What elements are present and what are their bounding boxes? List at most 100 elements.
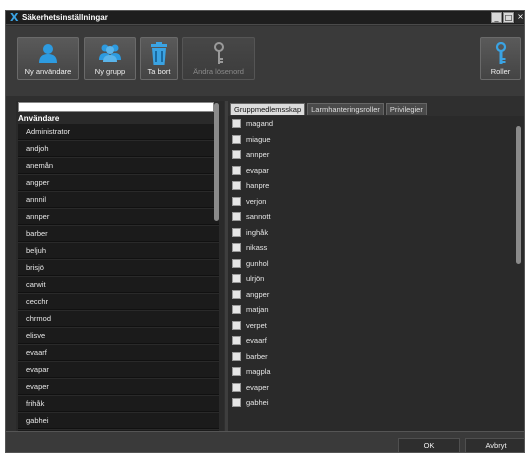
change-password-button[interactable]: Ändra lösenord [182, 37, 255, 80]
group-checkbox[interactable] [232, 165, 241, 175]
user-search-input[interactable] [18, 102, 214, 112]
group-checkbox[interactable] [232, 181, 241, 191]
user-list-item[interactable]: evaper [18, 379, 219, 395]
groups-scrollbar[interactable] [515, 116, 524, 431]
group-list: magand miague annper evapar hanpre verjon sann… [228, 116, 524, 411]
users-list: Administrator andjoh anemån angper annnil ann… [18, 124, 219, 431]
groups-scrollbar-thumb[interactable] [516, 126, 521, 264]
group-list-item[interactable]: verpet [228, 318, 524, 334]
group-list-item[interactable]: evapar [228, 163, 524, 179]
cancel-button[interactable]: Avbryt [465, 438, 524, 452]
users-scrollbar[interactable] [213, 103, 221, 431]
close-button[interactable]: × [515, 12, 524, 23]
tab-item[interactable]: Gruppmedlemsskap [230, 103, 306, 115]
user-list-item[interactable]: evaarf [18, 345, 219, 361]
roles-label: Roller [490, 67, 511, 76]
group-list-item[interactable]: matjan [228, 302, 524, 318]
user-list-item[interactable]: frihåk [18, 396, 219, 412]
group-list-item[interactable]: miague [228, 132, 524, 148]
group-label: evaarf [246, 336, 267, 346]
group-checkbox[interactable] [232, 227, 241, 237]
user-list-item[interactable]: brisjö [18, 260, 219, 276]
group-label: gunhol [246, 258, 269, 268]
group-label: magand [246, 119, 274, 129]
user-list-item[interactable]: evapar [18, 362, 219, 378]
group-checkbox[interactable] [232, 212, 241, 222]
group-label: evaper [246, 382, 269, 392]
group-checkbox[interactable] [232, 320, 241, 330]
user-list-item[interactable]: chrmod [18, 311, 219, 327]
new-user-button[interactable]: Ny användare [17, 37, 79, 80]
group-label: miague [246, 134, 271, 144]
group-list-item[interactable]: gabhei [228, 395, 524, 411]
group-label: verjon [246, 196, 267, 206]
group-label: verpet [246, 320, 267, 330]
group-checkbox[interactable] [232, 119, 241, 129]
group-checkbox[interactable] [232, 351, 241, 361]
group-label: evapar [246, 165, 269, 175]
group-label: magpla [246, 367, 271, 377]
group-list-item[interactable]: nikass [228, 240, 524, 256]
user-list-item[interactable]: Administrator [18, 124, 219, 140]
group-list-item[interactable]: ulrjön [228, 271, 524, 287]
app-logo-icon: X [10, 11, 19, 24]
user-list-item[interactable]: barber [18, 226, 219, 242]
user-icon [39, 44, 57, 63]
group-list-item[interactable]: evaarf [228, 333, 524, 349]
group-list-item[interactable]: annper [228, 147, 524, 163]
group-label: inghåk [246, 227, 269, 237]
group-checkbox[interactable] [232, 398, 241, 408]
group-icon [99, 44, 121, 62]
tab-item[interactable]: Larmhanteringsroller [307, 103, 384, 115]
details-tabs: Gruppmedlemsskap Larmhanteringsroller Priv… [230, 103, 429, 115]
group-list-item[interactable]: magand [228, 116, 524, 132]
change-password-label: Ändra lösenord [193, 67, 244, 76]
delete-button[interactable]: Ta bort [140, 37, 178, 80]
group-list-item[interactable]: hanpre [228, 178, 524, 194]
group-checkbox[interactable] [232, 274, 241, 284]
title-bar: X Säkerhetsinställningar _ □ × [6, 11, 524, 25]
maximize-button[interactable]: □ [503, 12, 514, 23]
window-controls: _ □ × [490, 12, 524, 23]
group-label: gabhei [246, 398, 269, 408]
ok-button[interactable]: OK [398, 438, 460, 452]
group-list-item[interactable]: evaper [228, 380, 524, 396]
user-list-item[interactable]: elisve [18, 328, 219, 344]
group-checkbox[interactable] [232, 305, 241, 315]
group-list-item[interactable]: verjon [228, 194, 524, 210]
roles-button[interactable]: Roller [480, 37, 521, 80]
group-checkbox[interactable] [232, 289, 241, 299]
user-list-item[interactable]: angper [18, 175, 219, 191]
tab-item[interactable]: Privilegier [385, 103, 427, 115]
details-panel: Gruppmedlemsskap Larmhanteringsroller Priv… [228, 101, 524, 431]
group-list-item[interactable]: barber [228, 349, 524, 365]
user-list-item[interactable]: annnil [18, 192, 219, 208]
user-list-item[interactable]: beljuh [18, 243, 219, 259]
user-list-item[interactable]: carwit [18, 277, 219, 293]
group-checkbox[interactable] [232, 336, 241, 346]
user-list-item[interactable]: annper [18, 209, 219, 225]
group-checkbox[interactable] [232, 367, 241, 377]
group-label: matjan [246, 305, 269, 315]
group-checkbox[interactable] [232, 258, 241, 268]
group-list-item[interactable]: gunhol [228, 256, 524, 272]
key-icon [495, 42, 506, 64]
new-group-button[interactable]: Ny grupp [84, 37, 136, 80]
group-checkbox[interactable] [232, 196, 241, 206]
user-list-item[interactable]: anemån [18, 158, 219, 174]
group-list-item[interactable]: magpla [228, 364, 524, 380]
window-title: Säkerhetsinställningar [22, 13, 108, 22]
group-checkbox[interactable] [232, 243, 241, 253]
user-list-item[interactable]: cecchr [18, 294, 219, 310]
group-list-item[interactable]: angper [228, 287, 524, 303]
users-scrollbar-thumb[interactable] [214, 103, 219, 221]
user-list-item[interactable]: andjoh [18, 141, 219, 157]
group-list-item[interactable]: sannott [228, 209, 524, 225]
group-label: ulrjön [246, 274, 265, 284]
group-checkbox[interactable] [232, 150, 241, 160]
group-checkbox[interactable] [232, 382, 241, 392]
group-checkbox[interactable] [232, 134, 241, 144]
user-list-item[interactable]: gabhei [18, 413, 219, 429]
group-list-item[interactable]: inghåk [228, 225, 524, 241]
minimize-button[interactable]: _ [491, 12, 502, 23]
